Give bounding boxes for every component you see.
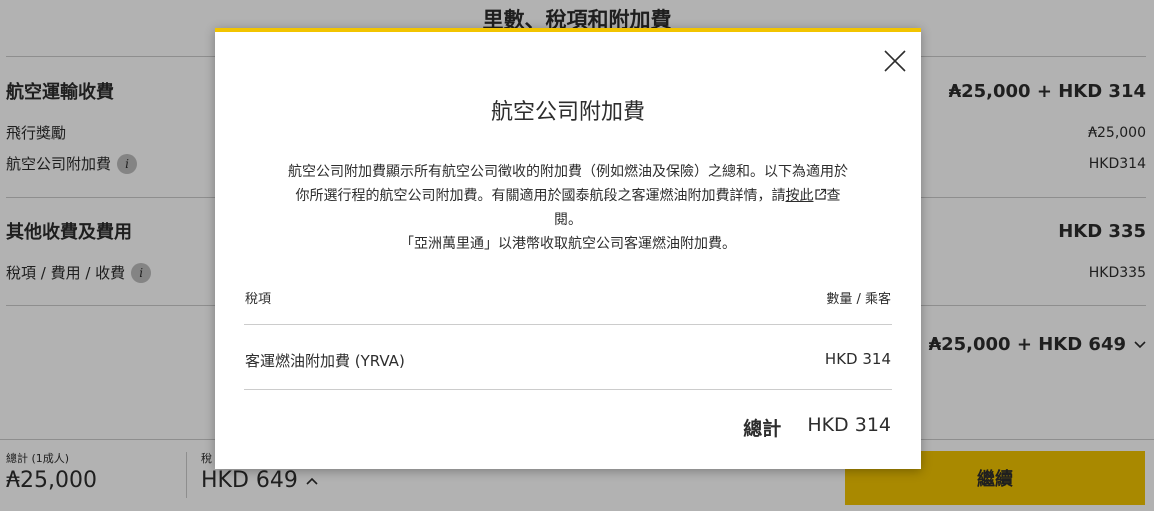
total-amount: HKD 314 <box>807 414 891 436</box>
description-line: 查 <box>826 188 841 204</box>
close-icon <box>884 50 906 72</box>
column-header-amount: 數量 / 乘客 <box>826 292 891 307</box>
dialog-title: 航空公司附加費 <box>490 100 645 125</box>
external-link-icon <box>814 188 826 200</box>
total-label: 總計 <box>743 418 782 440</box>
divider <box>244 389 892 390</box>
description-line: 閱。 <box>554 212 582 228</box>
close-button[interactable] <box>883 49 907 73</box>
column-header-item: 稅項 <box>245 292 272 307</box>
table-row: 客運燃油附加費 (YRVA) HKD 314 <box>245 350 891 371</box>
description-line: 「亞洲萬里通」以港幣收取航空公司客運燃油附加費。 <box>400 236 736 252</box>
surcharge-name: 客運燃油附加費 (YRVA) <box>245 352 405 370</box>
dialog-description: 航空公司附加費顯示所有航空公司徵收的附加費（例如燃油及保險）之總和。以下為適用於… <box>245 160 891 256</box>
surcharge-total: 總計 HKD 314 <box>743 414 891 441</box>
surcharge-amount: HKD 314 <box>824 350 891 368</box>
divider <box>244 324 892 325</box>
carrier-surcharge-dialog: 航空公司附加費 航空公司附加費顯示所有航空公司徵收的附加費（例如燃油及保險）之總… <box>215 28 921 469</box>
surcharge-table-header: 稅項 數量 / 乘客 <box>245 288 891 307</box>
description-line: 你所選行程的航空公司附加費。有關適用於國泰航段之客運燃油附加費詳情，請 <box>295 188 786 204</box>
description-line: 航空公司附加費顯示所有航空公司徵收的附加費（例如燃油及保險）之總和。以下為適用於 <box>288 164 848 180</box>
surcharge-details-link[interactable]: 按此 <box>786 188 827 204</box>
